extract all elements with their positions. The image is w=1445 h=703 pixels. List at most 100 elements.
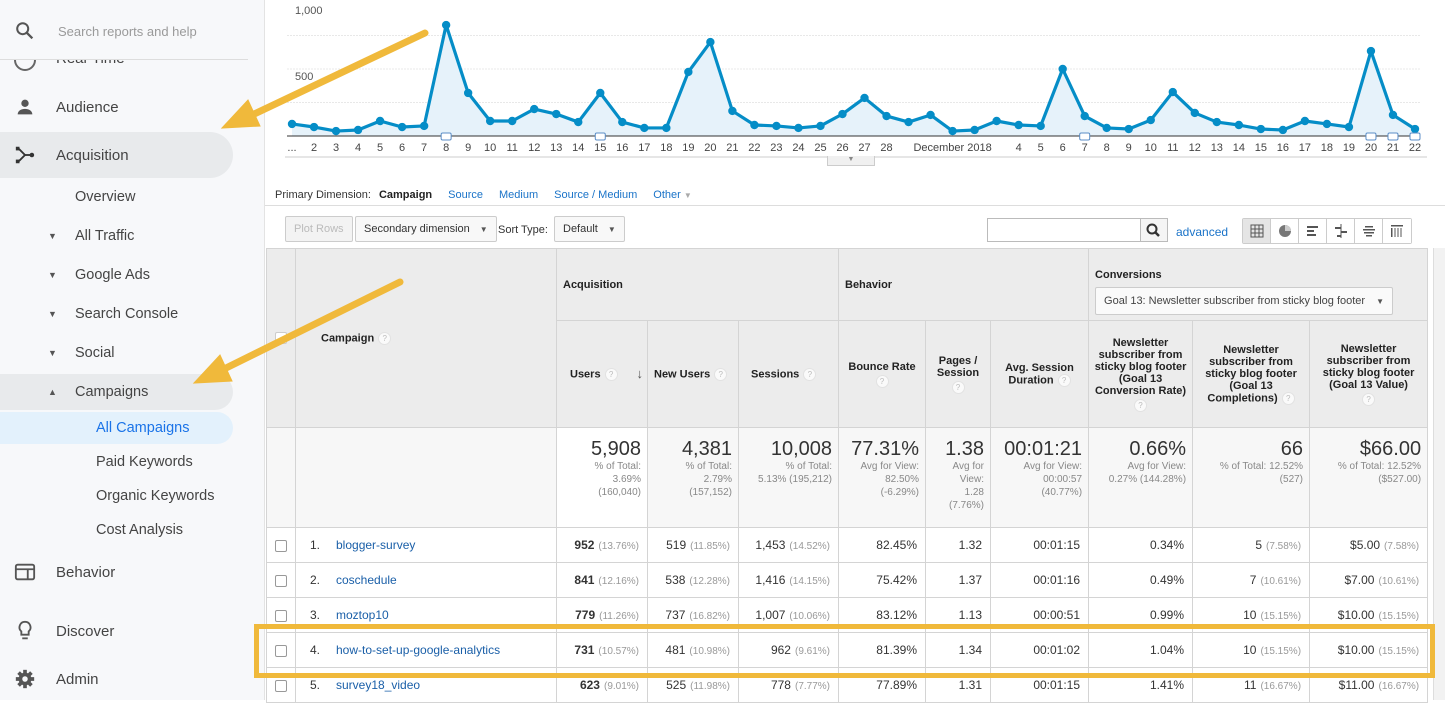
row-checkbox[interactable] <box>275 679 287 692</box>
sidebar-item-all-campaigns[interactable]: All Campaigns <box>0 412 233 444</box>
dimension-campaign[interactable]: Campaign <box>379 189 432 201</box>
x-tick-label: 19 <box>682 142 694 154</box>
row-index: 3. <box>310 608 321 622</box>
cell-percent: (11.85%) <box>690 541 730 552</box>
sort-type-select[interactable]: Default ▼ <box>554 216 625 242</box>
campaign-link[interactable]: coschedule <box>336 573 397 587</box>
select-all-checkbox[interactable] <box>275 332 287 345</box>
x-tick-label: 22 <box>1409 142 1421 154</box>
sidebar-search[interactable]: Search reports and help <box>0 0 248 60</box>
sidebar-item-label: All Traffic <box>75 228 135 244</box>
total-pages-session: 1.38 Avg for View: 1.28 (7.76%) <box>925 427 991 528</box>
avg-duration-column-header[interactable]: Avg. Session Duration? <box>989 320 1090 428</box>
total-note: 0.27% (144.28%) <box>1108 474 1187 485</box>
secondary-dimension-select[interactable]: Secondary dimension ▼ <box>355 216 497 242</box>
plot-rows-button[interactable]: Plot Rows <box>285 216 353 242</box>
chart-svg: 5001,000... 2 3 4 5 6 7 8 9 10 11 12 13 14 15 16 17 18 19 2… <box>285 5 1427 158</box>
cell-value: 778 <box>770 678 791 692</box>
row-checkbox[interactable] <box>275 539 287 552</box>
chart-data-point <box>419 121 429 131</box>
sidebar-item-all-traffic[interactable]: ▼ All Traffic <box>0 220 233 252</box>
new-users-column-header[interactable]: New Users? <box>647 320 739 428</box>
row-checkbox[interactable] <box>275 574 287 587</box>
goal-select[interactable]: Goal 13: Newsletter subscriber from stic… <box>1095 287 1394 315</box>
term-cloud-view-button[interactable] <box>1355 219 1383 243</box>
chart-data-point <box>287 119 297 129</box>
chart-data-point <box>1146 115 1155 125</box>
value-column-header[interactable]: Newsletter subscriber from sticky blog f… <box>1309 320 1429 428</box>
sessions-cell: 1,453 (14.52%) <box>738 527 839 563</box>
dimension-source[interactable]: Source <box>448 189 483 201</box>
table-view-button[interactable] <box>1243 219 1271 243</box>
chart-data-point <box>948 126 957 136</box>
bounce-rate-cell: 82.45% <box>838 527 926 563</box>
cell-value: $10.00 <box>1337 608 1375 622</box>
sidebar-item-admin[interactable]: Admin <box>0 656 233 702</box>
pie-view-button[interactable] <box>1271 219 1299 243</box>
campaign-header-label: Campaign <box>321 331 375 344</box>
sidebar-item-google-ads[interactable]: ▼ Google Ads <box>0 259 233 291</box>
help-icon[interactable]: ? <box>1362 392 1376 406</box>
campaign-link[interactable]: blogger-survey <box>336 538 415 552</box>
help-icon[interactable]: ? <box>803 367 817 381</box>
search-placeholder[interactable]: Search reports and help <box>58 24 197 39</box>
help-icon[interactable]: ? <box>1057 373 1071 387</box>
sidebar-item-organic-keywords[interactable]: Organic Keywords <box>0 480 233 512</box>
conv-rate-column-header[interactable]: Newsletter subscriber from sticky blog f… <box>1088 320 1194 428</box>
help-icon[interactable]: ? <box>604 367 618 381</box>
completions-cell: 7 (10.61%) <box>1192 562 1311 598</box>
sidebar-item-social[interactable]: ▼ Social <box>0 337 233 369</box>
chart-resize-handle[interactable]: ▼ <box>827 156 875 166</box>
sort-descending-icon[interactable]: ↓ <box>637 366 644 381</box>
sidebar-item-label: Cost Analysis <box>96 522 184 538</box>
sidebar-item-paid-keywords[interactable]: Paid Keywords <box>0 446 233 478</box>
chart-data-point <box>441 20 451 30</box>
help-icon[interactable]: ? <box>1134 398 1148 412</box>
chart-data-point <box>596 88 605 98</box>
sidebar-item-cost-analysis[interactable]: Cost Analysis <box>0 514 233 546</box>
sidebar-item-acquisition[interactable]: Acquisition <box>0 132 233 178</box>
pivot-view-button[interactable] <box>1383 219 1411 243</box>
users-column-header[interactable]: Users? ↓ <box>556 320 648 428</box>
pie-chart-icon <box>1278 225 1291 237</box>
campaign-cell: 2. coschedule <box>295 562 557 598</box>
sessions-column-header[interactable]: Sessions? <box>738 320 839 428</box>
sidebar-item-audience[interactable]: Audience <box>0 84 233 130</box>
help-icon[interactable]: ? <box>378 331 392 345</box>
cell-percent: (11.98%) <box>690 681 730 692</box>
cell-value: 841 <box>574 573 595 587</box>
sidebar-item-discover[interactable]: Discover <box>0 608 233 654</box>
comparison-view-button[interactable] <box>1327 219 1355 243</box>
help-icon[interactable]: ? <box>1281 391 1295 405</box>
completions-column-header[interactable]: Newsletter subscriber from sticky blog f… <box>1192 320 1311 428</box>
advanced-filter-link[interactable]: advanced <box>1176 225 1228 239</box>
campaign-header[interactable]: Campaign? <box>295 248 557 428</box>
table-search-button[interactable] <box>1140 218 1168 242</box>
help-icon[interactable]: ? <box>875 374 889 388</box>
sidebar-item-search-console[interactable]: ▼ Search Console <box>0 298 233 330</box>
pages-session-column-header[interactable]: Pages / Session? <box>925 320 991 428</box>
behavior-group-header: Behavior <box>837 248 1090 321</box>
sidebar-item-behavior[interactable]: Behavior <box>0 549 233 595</box>
row-checkbox[interactable] <box>275 609 287 622</box>
sidebar-item-campaigns[interactable]: ▲ Campaigns <box>0 374 233 410</box>
help-icon[interactable]: ? <box>714 367 728 381</box>
dimension-source-medium[interactable]: Source / Medium <box>554 189 637 201</box>
primary-dimension-bar: Primary Dimension: Campaign Source Mediu… <box>275 189 692 201</box>
bounce-rate-column-header[interactable]: Bounce Rate? <box>838 320 926 428</box>
table-search-input[interactable] <box>987 218 1141 242</box>
campaign-link[interactable]: moztop10 <box>336 608 389 622</box>
total-users: 5,908% of Total: 3.69% (160,040) <box>556 427 648 528</box>
chart-data-point <box>375 116 385 126</box>
campaign-link[interactable]: survey18_video <box>336 678 420 692</box>
gear-icon <box>15 669 35 689</box>
secondary-dimension-label: Secondary dimension <box>364 223 470 235</box>
performance-view-button[interactable] <box>1299 219 1327 243</box>
dimension-other[interactable]: Other ▼ <box>653 189 692 201</box>
chart-data-point <box>463 88 473 98</box>
x-tick-label: 13 <box>550 142 562 154</box>
dimension-medium[interactable]: Medium <box>499 189 538 201</box>
chart-data-point <box>1322 119 1332 129</box>
sidebar-item-overview[interactable]: Overview <box>0 181 233 213</box>
help-icon[interactable]: ? <box>951 380 965 394</box>
